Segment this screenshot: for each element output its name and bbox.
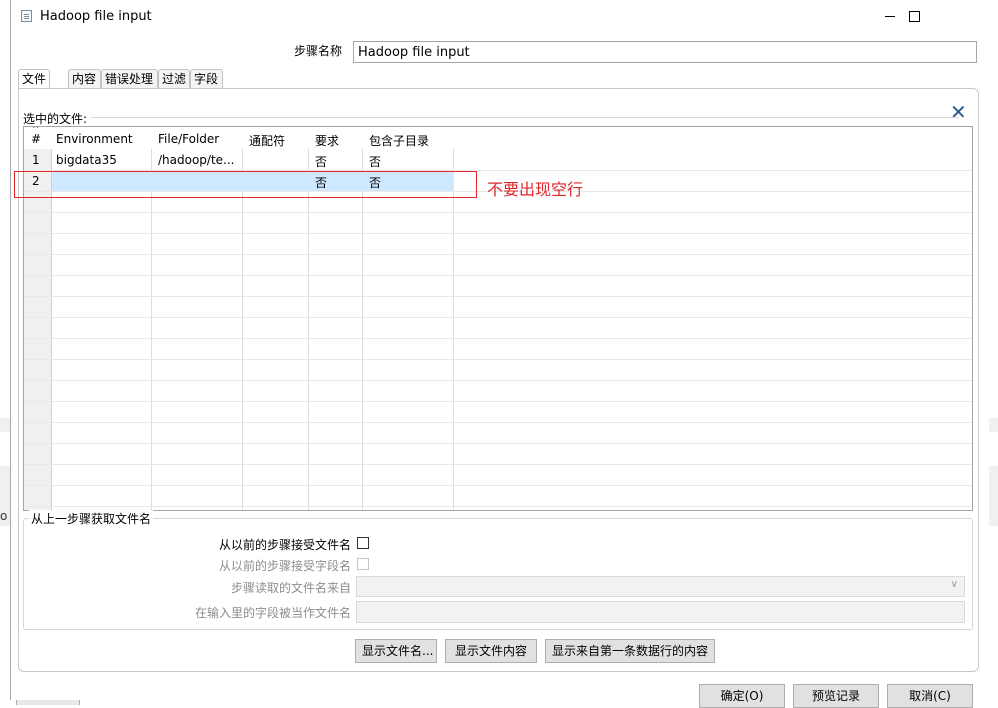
empty-row [24,465,972,486]
table-row[interactable]: 1 bigdata35 /hadoop/te... 否 否 [24,150,972,171]
selected-files-label: 选中的文件: [23,112,88,126]
empty-row [24,213,972,234]
empty-row [24,234,972,255]
cancel-button[interactable]: 取消(C) [887,684,973,708]
tab-error-handling[interactable]: 错误处理 [101,69,158,88]
environment-cell[interactable]: bigdata35 [56,153,117,167]
column-header-required[interactable]: 要求 [315,132,339,149]
empty-row [24,255,972,276]
read-from-step-label: 步骤读取的文件名来自 [231,581,352,595]
group-title: 从上一步骤获取文件名 [29,510,154,527]
column-header-wildcard[interactable]: 通配符 [249,132,285,149]
app-icon [21,10,32,22]
close-icon[interactable]: ✕ [950,100,967,124]
column-header-number[interactable]: # [31,132,41,146]
annotation-box [14,171,477,198]
read-from-step-select[interactable]: ∨ [356,576,965,597]
tab-file[interactable]: 文件 [18,69,50,89]
accept-fields-checkbox[interactable] [357,558,369,570]
empty-row [24,360,972,381]
accept-filenames-label: 从以前的步骤接受文件名 [219,538,352,552]
column-header-include-subdirs[interactable]: 包含子目录 [369,132,429,149]
background-text-fragment: o [0,509,8,523]
preview-button[interactable]: 预览记录 [793,684,879,708]
tab-content[interactable]: 内容 [68,69,101,88]
empty-row [24,381,972,402]
row-number: 1 [32,153,40,167]
tab-filter[interactable]: 过滤 [158,69,190,88]
empty-row [24,318,972,339]
empty-row [24,297,972,318]
show-file-content-button[interactable]: 显示文件内容 [445,639,537,663]
hadoop-file-input-dialog: Hadoop file input 步骤名称 文件 内容 错误处理 过滤 字段 … [10,0,989,708]
column-header-file-folder[interactable]: File/Folder [158,132,219,146]
tab-fields[interactable]: 字段 [190,69,223,88]
title-bar: Hadoop file input [11,0,989,32]
include-subdirs-cell[interactable]: 否 [369,153,381,170]
show-filenames-button[interactable]: 显示文件名... [355,639,437,663]
empty-row [24,402,972,423]
empty-row [24,486,972,507]
accept-filenames-checkbox[interactable] [357,537,369,549]
ok-button[interactable]: 确定(O) [699,684,785,708]
required-cell[interactable]: 否 [315,153,327,170]
empty-row [24,276,972,297]
file-folder-cell[interactable]: /hadoop/te... [158,153,235,167]
annotation-text: 不要出现空行 [487,180,584,199]
accept-fields-label: 从以前的步骤接受字段名 [219,559,352,573]
maximize-button[interactable] [899,6,929,26]
empty-row [24,423,972,444]
column-header-environment[interactable]: Environment [56,132,133,146]
table-header: ^ # Environment File/Folder 通配符 要求 包含子目录 [24,127,972,149]
step-name-label: 步骤名称 [294,44,343,58]
show-first-row-content-button[interactable]: 显示来自第一条数据行的内容 [545,639,715,663]
window-title: Hadoop file input [40,9,152,24]
chevron-down-icon: ∨ [950,579,958,590]
divider [91,117,959,118]
empty-row [24,444,972,465]
step-name-input[interactable] [353,41,977,63]
field-as-filename-label: 在输入里的字段被当作文件名 [195,606,352,620]
background-panel [0,418,10,432]
field-as-filename-input[interactable] [356,601,965,623]
empty-row [24,339,972,360]
